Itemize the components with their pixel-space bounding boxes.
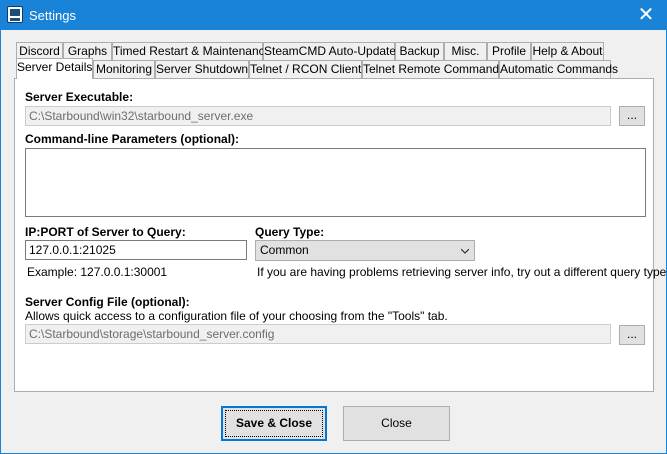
tab-monitoring[interactable]: Monitoring [93, 60, 155, 78]
focus-ring [225, 410, 323, 437]
query-type-label: Query Type: [255, 225, 325, 239]
tab-label: Telnet Remote Commands [363, 62, 506, 76]
ipport-input[interactable]: 127.0.0.1:21025 [25, 240, 247, 260]
tab-misc[interactable]: Misc. [444, 42, 487, 60]
tab-timed-restart[interactable]: Timed Restart & Maintenance [112, 42, 271, 60]
close-button-label: Close [381, 416, 412, 430]
cmdline-params-label: Command-line Parameters (optional): [25, 132, 240, 146]
window-title: Settings [29, 8, 76, 23]
tab-label: Telnet / RCON Client [250, 62, 362, 76]
config-file-hint: Allows quick access to a configuration f… [25, 309, 448, 323]
config-file-label: Server Config File (optional): [25, 295, 190, 309]
ipport-label: IP:PORT of Server to Query: [25, 225, 186, 239]
query-type-select[interactable]: Common [255, 240, 475, 261]
server-details-panel: Server Executable: C:\Starbound\win32\st… [14, 78, 667, 392]
tab-label: Timed Restart & Maintenance [113, 44, 272, 58]
tab-backup[interactable]: Backup [395, 42, 444, 60]
config-file-field: C:\Starbound\storage\starbound_server.co… [25, 324, 611, 344]
browse-executable-button[interactable]: ... [619, 106, 645, 126]
close-icon[interactable]: ✕ [636, 4, 656, 24]
ipport-example: Example: 127.0.0.1:30001 [27, 265, 168, 279]
tab-label: Server Details [17, 60, 93, 74]
tab-automatic-commands[interactable]: Automatic Commands [499, 60, 618, 78]
title-bar[interactable]: Settings ✕ [1, 1, 666, 30]
monitor-app-icon [7, 6, 23, 23]
chevron-down-icon [461, 248, 469, 254]
query-type-hint: If you are having problems retrieving se… [257, 265, 667, 279]
tab-label: Graphs [67, 44, 108, 58]
tab-label: Monitoring [95, 62, 153, 76]
tab-label: Discord [19, 44, 60, 58]
tab-label: SteamCMD Auto-Updates [264, 44, 403, 58]
tab-telnet-remote-commands[interactable]: Telnet Remote Commands [362, 60, 505, 78]
tab-label: Profile [491, 44, 526, 58]
tab-profile[interactable]: Profile [487, 42, 531, 60]
tab-server-details[interactable]: Server Details [16, 58, 93, 79]
tab-help-about[interactable]: Help & About [531, 42, 604, 60]
tab-label: Server Shutdown [156, 62, 249, 76]
browse-config-button[interactable]: ... [619, 325, 645, 345]
tab-label: Misc. [451, 44, 480, 58]
tab-steamcmd-auto-updates[interactable]: SteamCMD Auto-Updates [263, 42, 402, 60]
save-close-button[interactable]: Save & Close [221, 406, 327, 441]
tab-label: Automatic Commands [500, 62, 619, 76]
tab-telnet-rcon-client[interactable]: Telnet / RCON Client [249, 60, 362, 78]
server-executable-label: Server Executable: [25, 90, 134, 104]
cmdline-params-input[interactable] [25, 148, 646, 217]
tab-label: Help & About [532, 44, 603, 58]
close-button[interactable]: Close [343, 406, 450, 441]
server-executable-field: C:\Starbound\win32\starbound_server.exe [25, 106, 611, 126]
settings-window: Settings ✕ Discord Graphs Timed Restart … [0, 0, 667, 454]
tab-server-shutdown[interactable]: Server Shutdown [155, 60, 249, 78]
query-type-value: Common [260, 243, 309, 257]
tab-label: Backup [399, 44, 440, 58]
